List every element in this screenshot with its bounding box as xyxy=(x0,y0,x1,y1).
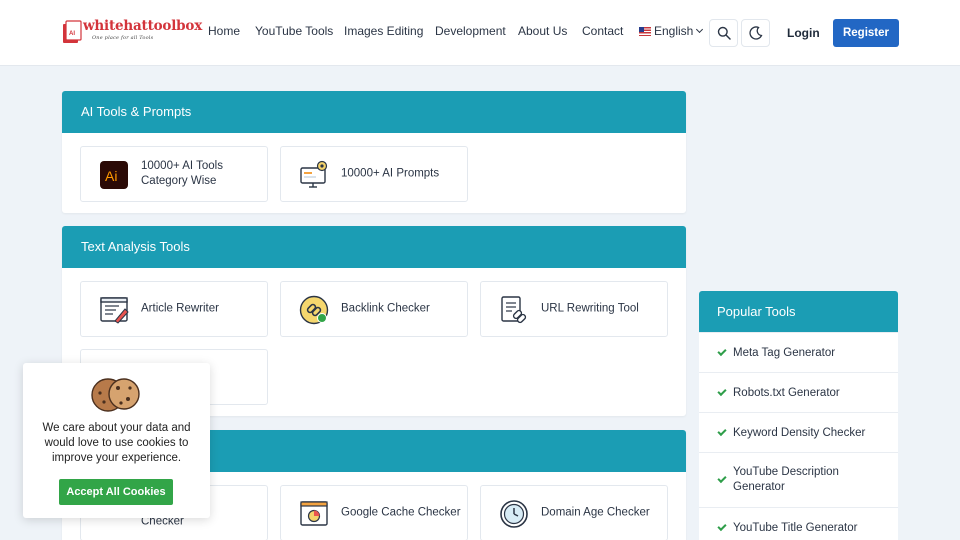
browser-chart-icon xyxy=(300,501,328,526)
site-logo[interactable]: AI whitehattoolbox One place for all Too… xyxy=(62,18,202,45)
document-edit-icon xyxy=(100,297,129,324)
check-icon xyxy=(717,473,727,484)
tool-card-label: Article Rewriter xyxy=(141,302,219,315)
tool-card-url-rewriting[interactable]: URL Rewriting Tool xyxy=(480,281,668,337)
check-icon xyxy=(717,346,727,357)
tool-card-google-cache[interactable]: Google Cache Checker xyxy=(280,485,468,540)
nav-contact[interactable]: Contact xyxy=(582,24,623,38)
popular-item-label: YouTube Description Generator xyxy=(733,466,839,493)
popular-item-label: YouTube Title Generator xyxy=(733,522,858,534)
us-flag-icon xyxy=(639,26,651,36)
check-icon xyxy=(717,521,727,532)
cookie-message: We care about your data and would love t… xyxy=(42,422,191,464)
tool-card-ai-tools[interactable]: Ai 10000+ AI Tools Category Wise xyxy=(80,146,268,202)
section-title: AI Tools & Prompts xyxy=(62,91,686,133)
logo-tagline: One place for all Tools xyxy=(92,35,154,41)
cookie-consent-popup: We care about your data and would love t… xyxy=(23,363,210,518)
link-check-icon xyxy=(299,295,329,325)
popular-tools-panel: Popular Tools Meta Tag Generator Robots.… xyxy=(699,291,898,540)
section-ai-tools: AI Tools & Prompts Ai 10000+ AI Tools Ca… xyxy=(62,91,686,213)
nav-about-us[interactable]: About Us xyxy=(518,24,567,38)
dark-mode-toggle[interactable] xyxy=(741,19,770,47)
check-icon xyxy=(717,386,727,397)
cookie-icon xyxy=(91,378,140,412)
nav-images-editing[interactable]: Images Editing xyxy=(344,24,423,38)
tool-card-article-rewriter[interactable]: Article Rewriter xyxy=(80,281,268,337)
svg-text:Ai: Ai xyxy=(105,168,117,184)
popular-item-label: Meta Tag Generator xyxy=(733,347,836,359)
site-header: AI whitehattoolbox One place for all Too… xyxy=(0,0,960,66)
tool-card-label: URL Rewriting Tool xyxy=(541,302,639,315)
language-label: English xyxy=(654,24,694,38)
login-link[interactable]: Login xyxy=(787,26,820,40)
svg-text:AI: AI xyxy=(69,31,75,37)
adobe-illustrator-icon: Ai xyxy=(100,161,128,189)
popular-item[interactable]: Keyword Density Checker xyxy=(699,412,898,452)
register-button[interactable]: Register xyxy=(833,19,899,47)
popular-tools-title: Popular Tools xyxy=(699,291,898,332)
tool-card-ai-prompts[interactable]: 10000+ AI Prompts xyxy=(280,146,468,202)
tool-card-label: 10000+ AI Tools Category Wise xyxy=(141,160,223,187)
tool-card-domain-age[interactable]: Domain Age Checker xyxy=(480,485,668,540)
search-icon xyxy=(717,26,731,40)
popular-item[interactable]: YouTube Title Generator xyxy=(699,507,898,540)
logo-text: whitehattoolbox xyxy=(83,18,203,34)
popular-item[interactable]: Robots.txt Generator xyxy=(699,372,898,412)
tool-card-label: Google Cache Checker xyxy=(341,506,461,519)
document-link-icon xyxy=(501,296,527,324)
section-title: Text Analysis Tools xyxy=(62,226,686,268)
popular-item[interactable]: YouTube Description Generator xyxy=(699,452,898,507)
clock-icon xyxy=(500,500,528,528)
chevron-down-icon xyxy=(696,25,704,34)
popular-item-label: Keyword Density Checker xyxy=(733,427,866,439)
tool-card-label: Domain Age Checker xyxy=(541,506,650,519)
tool-card-backlink-checker[interactable]: Backlink Checker xyxy=(280,281,468,337)
popular-item-label: Robots.txt Generator xyxy=(733,387,840,399)
tool-card-label: 10000+ AI Prompts xyxy=(341,167,440,180)
moon-icon xyxy=(748,26,762,40)
check-icon xyxy=(717,426,727,437)
monitor-gear-icon xyxy=(300,160,328,188)
accept-cookies-button[interactable]: Accept All Cookies xyxy=(59,479,173,505)
nav-youtube-tools[interactable]: YouTube Tools xyxy=(255,24,333,38)
nav-home[interactable]: Home xyxy=(208,24,240,38)
popular-item[interactable]: Meta Tag Generator xyxy=(699,332,898,372)
nav-development[interactable]: Development xyxy=(435,24,506,38)
logo-icon: AI xyxy=(63,20,82,43)
tool-card-label: Backlink Checker xyxy=(341,302,430,315)
language-selector[interactable]: English xyxy=(639,24,704,38)
search-button[interactable] xyxy=(709,19,738,47)
